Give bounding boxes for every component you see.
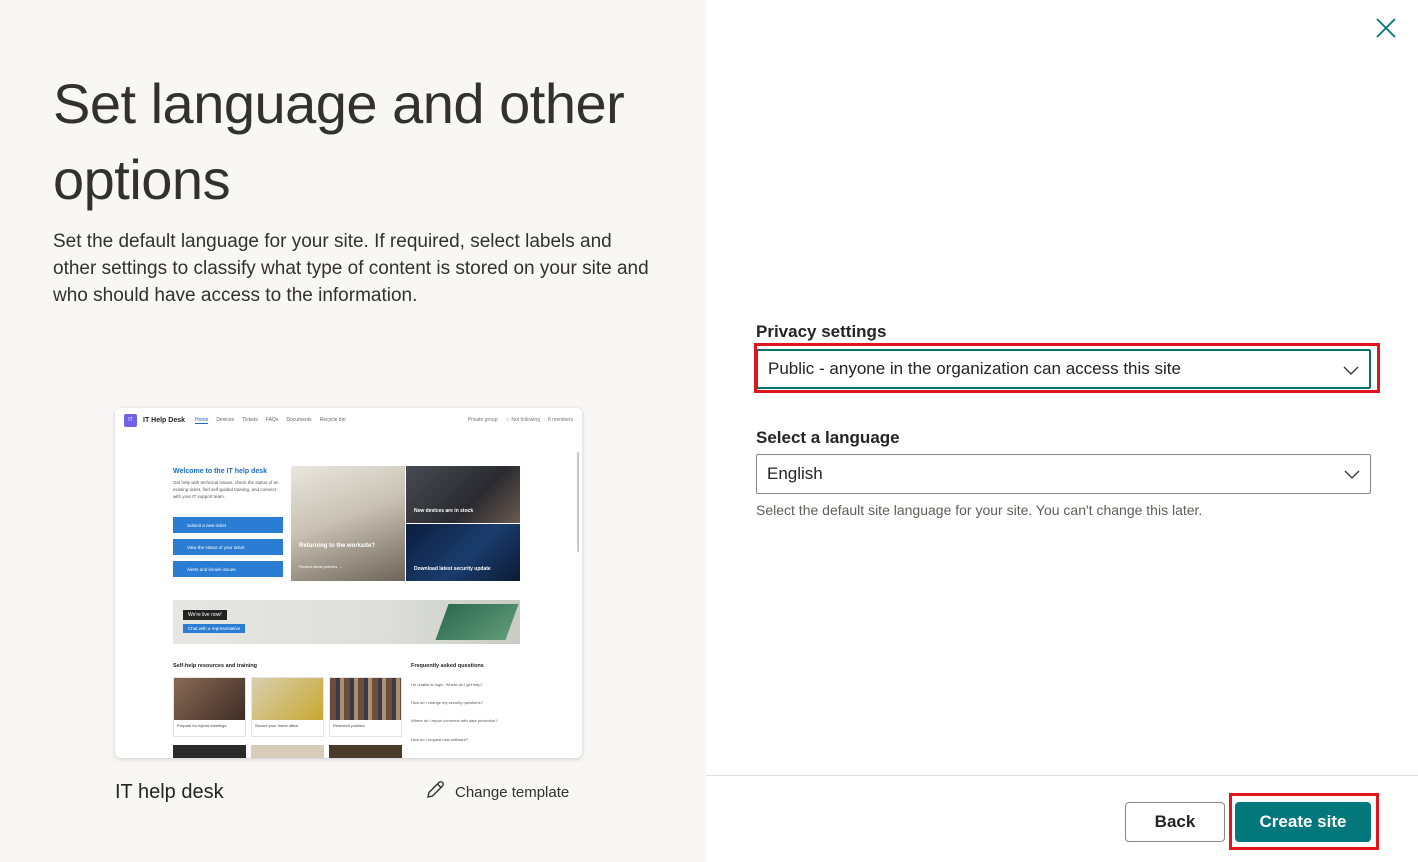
preview-nav-item: Recycle bin [319, 416, 346, 423]
preview-resource-card [173, 745, 246, 758]
preview-faq-item: Where do I report concerns with data pro… [411, 718, 498, 723]
page-description: Set the default language for your site. … [53, 231, 649, 306]
preview-privacy: Private group [467, 417, 498, 423]
preview-scrollbar [577, 452, 579, 552]
preview-hero-title: Returning to the worksite? [299, 543, 376, 549]
preview-hero-tile-1: New devices are in stock [406, 466, 520, 523]
change-template-link[interactable]: Change template [424, 779, 569, 805]
language-label: Select a language [756, 428, 900, 447]
preview-hero-tile-2: Download latest security update [406, 524, 520, 581]
preview-nav-item: FAQs [265, 416, 279, 423]
language-dropdown[interactable]: English [756, 454, 1371, 494]
chevron-down-icon [1343, 362, 1359, 383]
preview-follow: ☆ Not following [505, 417, 540, 423]
preview-nav-item: Documents [286, 416, 312, 423]
preview-tile-2-title: Download latest security update [414, 566, 491, 572]
preview-resource-card [251, 745, 324, 758]
close-icon [1375, 17, 1397, 44]
preview-faq-item: I'm unable to login. Where do I get help… [411, 682, 483, 687]
preview-hero-main: Returning to the worksite? Review latest… [291, 466, 405, 581]
template-preview: IT IT Help Desk Home Devices Tickets FAQ… [115, 408, 582, 758]
preview-tile-1-title: New devices are in stock [414, 508, 474, 514]
preview-header-right: Private group ☆ Not following 8 members [468, 417, 573, 423]
privacy-settings-value: Public - anyone in the organization can … [768, 359, 1181, 378]
preview-nav-item: Devices [216, 416, 235, 423]
preview-hero-link: Review latest policies → [299, 564, 343, 569]
preview-site-name: IT Help Desk [143, 416, 186, 424]
preview-button: View the status of your ticket [173, 539, 283, 555]
preview-logo: IT [124, 413, 137, 427]
preview-nav: Home Devices Tickets FAQs Documents Recy… [195, 417, 345, 424]
preview-chat-button: Chat with a representative [183, 624, 246, 633]
preview-welcome: Welcome to the IT help desk Get help wit… [173, 468, 283, 500]
circuit-board-image [435, 604, 519, 640]
back-button[interactable]: Back [1125, 802, 1225, 842]
preview-faq-item: How do I change my security questions? [411, 700, 483, 705]
preview-resource-card [329, 745, 402, 758]
preview-resource-card: Secure your home office [251, 677, 324, 737]
preview-faq-heading: Frequently asked questions [411, 663, 484, 669]
privacy-settings-dropdown[interactable]: Public - anyone in the organization can … [756, 349, 1371, 389]
preview-button: Submit a new ticket [173, 517, 283, 533]
preview-live-label: We're live now! [183, 610, 227, 620]
preview-nav-item: Home [195, 416, 209, 424]
preview-nav-item: Tickets [242, 416, 258, 423]
preview-members: 8 members [547, 417, 573, 423]
change-template-label: Change template [455, 783, 570, 801]
preview-banner: We're live now! Chat with a representati… [173, 600, 520, 644]
privacy-settings-label: Privacy settings [756, 322, 887, 341]
template-name: IT help desk [115, 781, 224, 803]
preview-button: Alerts and known issues [173, 561, 283, 577]
language-help-text: Select the default site language for you… [756, 502, 1203, 518]
preview-welcome-text: Get help with technical issues, check th… [173, 480, 279, 499]
left-panel: Set language and other options Set the d… [0, 0, 706, 862]
preview-faq-item: How do I request new software? [411, 737, 469, 742]
chevron-down-icon [1344, 466, 1360, 487]
preview-resource-card: Prepare for hybrid meetings [173, 677, 246, 737]
preview-welcome-title: Welcome to the IT help desk [173, 468, 268, 475]
create-site-button[interactable]: Create site [1235, 802, 1371, 842]
page-title: Set language and other options [53, 72, 625, 211]
preview-header: IT IT Help Desk Home Devices Tickets FAQ… [115, 408, 582, 432]
pencil-icon [424, 779, 446, 805]
preview-resources-heading: Self-help resources and training [173, 663, 258, 669]
footer-divider [706, 775, 1418, 776]
preview-resource-card: Research policies [329, 677, 402, 737]
language-value: English [767, 464, 823, 483]
close-button[interactable] [1371, 15, 1401, 45]
